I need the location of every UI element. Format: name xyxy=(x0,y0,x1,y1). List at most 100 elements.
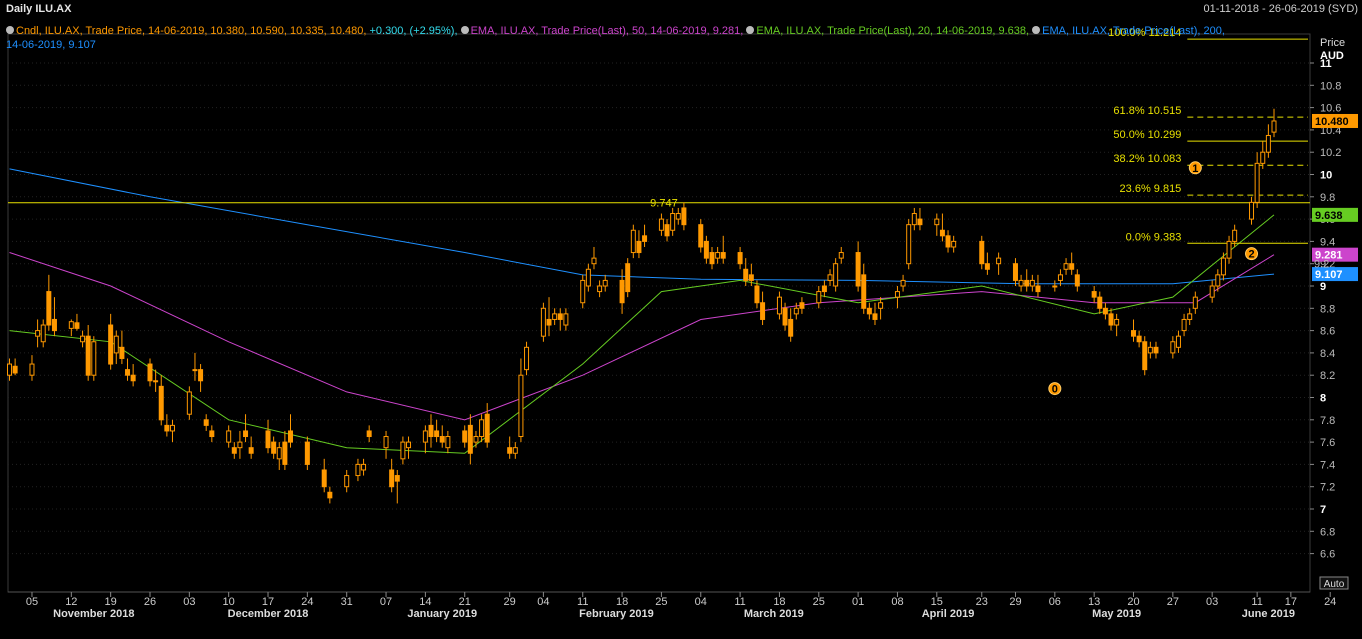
candle-body xyxy=(462,430,468,443)
x-tick-label: 14 xyxy=(419,596,431,608)
fib-level-label: 23.6% 9.815 xyxy=(1120,183,1182,195)
y-tick-label: 8.2 xyxy=(1320,370,1335,382)
candle-body xyxy=(1181,318,1187,332)
candle-body xyxy=(540,307,546,337)
fib-level-label: 38.2% 10.083 xyxy=(1113,153,1181,165)
legend-toggle-icon[interactable] xyxy=(1032,26,1041,34)
candlestick-chart[interactable]: 6.6 6.8 7 7.2 7.4 7.6 7.8 8 8.2 8.4 8.6 8.8 9 9.2 9.4 9… xyxy=(0,0,1362,639)
candle-body xyxy=(1074,274,1080,287)
x-month-label: January 2019 xyxy=(407,608,477,620)
y-tick-label: 9 xyxy=(1320,281,1326,293)
x-tick-label: 15 xyxy=(931,596,943,608)
candle-body xyxy=(675,213,681,220)
candle-body xyxy=(945,235,951,248)
candle-body xyxy=(422,430,428,443)
candle-body xyxy=(894,291,900,298)
candle-body xyxy=(1069,263,1075,270)
value-tag-partial: 9.2 xyxy=(1314,259,1329,271)
candle-body xyxy=(243,430,249,438)
candle-body xyxy=(248,447,254,454)
candle-body xyxy=(636,240,642,254)
candle-body xyxy=(1175,335,1181,348)
x-tick-label: 11 xyxy=(577,596,588,608)
candle-body xyxy=(821,285,827,293)
candle-body xyxy=(642,235,648,242)
candle-body xyxy=(108,324,114,365)
candle-body xyxy=(1215,274,1221,287)
x-month-label: November 2018 xyxy=(53,608,134,620)
candle-body xyxy=(203,419,209,426)
candle-body xyxy=(737,252,743,265)
legend-ema20[interactable]: EMA, ILU.AX, Trade Price(Last), 20, 14-0… xyxy=(746,25,1029,37)
candle-body xyxy=(866,307,872,315)
horizontal-line-label: 9.747 xyxy=(650,198,678,210)
candle-body xyxy=(226,430,232,443)
x-tick-label: 11 xyxy=(1251,596,1262,608)
candle-body xyxy=(192,369,198,372)
candle-body xyxy=(698,224,704,248)
value-tag-ema20: 9.638 xyxy=(1315,210,1343,222)
candle-body xyxy=(591,257,597,265)
candle-body xyxy=(40,324,46,343)
candle-body xyxy=(1153,346,1159,354)
candle-body xyxy=(164,424,170,432)
candle-body xyxy=(1131,330,1136,337)
legend-cndl[interactable]: Cndl, ILU.AX, Trade Price, 14-06-2019, 1… xyxy=(6,25,458,37)
candle-body xyxy=(1029,279,1035,287)
candle-body xyxy=(304,441,310,465)
candle-body xyxy=(580,279,586,304)
y-tick-label: 7.8 xyxy=(1320,415,1335,427)
candle-body xyxy=(237,441,243,449)
legend-ema50[interactable]: EMA, ILU.AX, Trade Price(Last), 50, 14-0… xyxy=(460,25,744,37)
candle-body xyxy=(366,430,372,438)
candle-body xyxy=(467,424,473,454)
candle-body xyxy=(827,274,833,281)
candle-body xyxy=(484,413,490,443)
candle-body xyxy=(720,252,726,259)
x-tick-label: 17 xyxy=(262,596,274,608)
candle-body xyxy=(383,436,389,449)
candle-body xyxy=(658,218,664,231)
legend-toggle-icon[interactable] xyxy=(460,26,469,34)
candle-body xyxy=(833,263,839,287)
candle-body xyxy=(1063,263,1069,270)
x-tick-label: 01 xyxy=(852,596,864,608)
legend-ema50-label: EMA, ILU.AX, Trade Price(Last), 50, 14-0… xyxy=(470,25,744,37)
auto-button[interactable]: Auto xyxy=(1324,579,1345,590)
x-tick-label: 19 xyxy=(105,596,117,608)
candle-body xyxy=(557,313,563,320)
candle-body xyxy=(35,330,41,337)
y-tick-label: 10 xyxy=(1320,170,1332,182)
y-tick-label: 6.8 xyxy=(1320,526,1335,538)
x-tick-label: 29 xyxy=(504,596,516,608)
candle-body xyxy=(1114,318,1120,326)
candle-body xyxy=(153,380,159,383)
legend-toggle-icon[interactable] xyxy=(746,26,755,34)
fib-level-label: 50.0% 10.299 xyxy=(1113,129,1181,141)
candle-body xyxy=(389,469,395,488)
candle-body xyxy=(276,447,282,460)
candle-body xyxy=(1147,346,1153,354)
y-tick-label: 10.2 xyxy=(1320,147,1341,159)
candle-body xyxy=(439,436,445,443)
candle-body xyxy=(861,274,867,309)
candle-body xyxy=(900,279,906,287)
candle-body xyxy=(754,285,760,304)
legend-ema20-label: EMA, ILU.AX, Trade Price(Last), 20, 14-0… xyxy=(756,25,1030,37)
candle-body xyxy=(681,207,687,226)
x-tick-label: 10 xyxy=(223,596,235,608)
candle-body xyxy=(394,475,400,482)
candle-body xyxy=(51,318,57,332)
candle-body xyxy=(1035,285,1041,293)
candle-body xyxy=(939,229,945,237)
legend-toggle-icon[interactable] xyxy=(6,26,14,34)
x-month-label: February 2019 xyxy=(579,608,654,620)
candle-body xyxy=(602,279,608,287)
candle-body xyxy=(1170,341,1176,354)
candle-body xyxy=(125,369,131,376)
candle-body xyxy=(776,296,782,315)
candle-body xyxy=(872,313,878,320)
candle-body xyxy=(68,321,74,329)
candle-body xyxy=(1052,285,1058,288)
candle-body xyxy=(1192,296,1198,309)
